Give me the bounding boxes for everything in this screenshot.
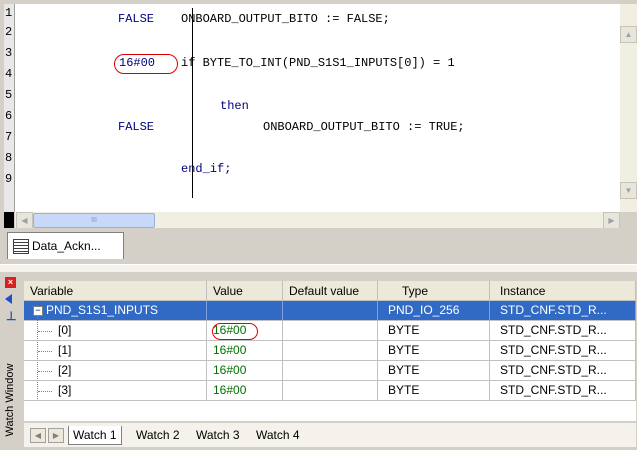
column-header-instance[interactable]: Instance: [490, 281, 636, 301]
tab-data-ackn[interactable]: Data_Ackn...: [7, 232, 124, 259]
watch-window-title: Watch Window: [4, 363, 16, 437]
scroll-up-icon[interactable]: ▲: [620, 26, 637, 43]
pin-icon[interactable]: ⊥: [6, 309, 16, 323]
inline-value: 16#00: [119, 56, 156, 70]
horizontal-scrollbar[interactable]: ◀ III ▶: [15, 212, 620, 229]
column-header-type[interactable]: Type: [378, 281, 490, 301]
scroll-right-icon[interactable]: ▶: [603, 212, 620, 229]
table-icon: [13, 239, 29, 254]
line-number: 4: [5, 67, 13, 81]
table-row[interactable]: PND_S1S1_INPUTS PND_IO_256 STD_CNF.STD_R…: [24, 301, 636, 321]
value-cell[interactable]: 16#00: [207, 381, 283, 401]
line-number: 3: [5, 46, 13, 60]
line-number: 9: [5, 172, 13, 186]
code-editor: 1 2 3 4 5 6 7 8 9 FALSE ONBOARD_OUTPUT_B…: [0, 0, 637, 229]
tab-watch-1[interactable]: Watch 1: [68, 426, 122, 445]
instance-cell: STD_CNF.STD_R...: [490, 361, 636, 381]
variable-cell[interactable]: [3]: [24, 381, 207, 401]
instance-cell: STD_CNF.STD_R...: [490, 321, 636, 341]
type-cell: BYTE: [378, 341, 490, 361]
line-number: 1: [5, 6, 13, 20]
default-value-cell[interactable]: [283, 301, 378, 321]
type-cell: BYTE: [378, 321, 490, 341]
instance-cell: STD_CNF.STD_R...: [490, 381, 636, 401]
variable-cell[interactable]: [0]: [24, 321, 207, 341]
column-header-variable[interactable]: Variable: [24, 281, 207, 301]
default-value-cell[interactable]: [283, 361, 378, 381]
line-number: 6: [5, 109, 13, 123]
line-number: 7: [5, 130, 13, 144]
caret-block: [4, 212, 14, 228]
default-value-cell[interactable]: [283, 341, 378, 361]
line-number: 2: [5, 25, 13, 39]
code-line[interactable]: ONBOARD_OUTPUT_BITO := FALSE;: [181, 12, 390, 26]
code-line[interactable]: ONBOARD_OUTPUT_BITO := TRUE;: [263, 120, 465, 134]
watch-grid: Variable Value Default value Type Instan…: [24, 281, 636, 421]
table-row[interactable]: [3] 16#00 BYTE STD_CNF.STD_R...: [24, 381, 636, 401]
type-cell: PND_IO_256: [378, 301, 490, 321]
type-cell: BYTE: [378, 381, 490, 401]
next-sheet-icon[interactable]: ▶: [48, 428, 64, 443]
document-tab-bar: Data_Ackn...: [0, 228, 637, 264]
highlight-circle: [212, 323, 258, 340]
line-number: 5: [5, 88, 13, 102]
tab-watch-4[interactable]: Watch 4: [252, 426, 304, 444]
value-cell[interactable]: 16#00: [207, 341, 283, 361]
first-sheet-icon[interactable]: ◀: [30, 428, 46, 443]
type-cell: BYTE: [378, 361, 490, 381]
table-row[interactable]: [2] 16#00 BYTE STD_CNF.STD_R...: [24, 361, 636, 381]
code-line[interactable]: end_if;: [181, 162, 231, 176]
default-value-cell[interactable]: [283, 321, 378, 341]
code-area[interactable]: FALSE ONBOARD_OUTPUT_BITO := FALSE; 16#0…: [15, 4, 620, 212]
close-icon[interactable]: ×: [5, 277, 16, 288]
scroll-down-icon[interactable]: ▼: [620, 182, 637, 199]
variable-cell[interactable]: [2]: [24, 361, 207, 381]
inline-value: FALSE: [118, 12, 155, 26]
default-value-cell[interactable]: [283, 381, 378, 401]
code-line[interactable]: then: [220, 99, 249, 113]
collapse-toggle-icon[interactable]: −: [33, 306, 43, 316]
column-header-value[interactable]: Value: [207, 281, 283, 301]
instance-cell: STD_CNF.STD_R...: [490, 301, 636, 321]
watch-window: × ⊥ Watch Window Variable Value Default …: [0, 272, 637, 450]
value-cell[interactable]: [207, 301, 283, 321]
scroll-thumb[interactable]: III: [33, 213, 155, 228]
code-line[interactable]: if BYTE_TO_INT(PND_S1S1_INPUTS[0]) = 1: [181, 56, 455, 70]
line-number-gutter: 1 2 3 4 5 6 7 8 9: [4, 4, 15, 212]
instance-cell: STD_CNF.STD_R...: [490, 341, 636, 361]
tab-label: Data_Ackn...: [32, 239, 101, 253]
value-cell[interactable]: 16#00: [207, 361, 283, 381]
line-number: 8: [5, 151, 13, 165]
arrow-left-icon[interactable]: [5, 294, 12, 304]
column-header-default-value[interactable]: Default value: [283, 281, 378, 301]
table-row[interactable]: [1] 16#00 BYTE STD_CNF.STD_R...: [24, 341, 636, 361]
variable-cell[interactable]: [1]: [24, 341, 207, 361]
inline-value: FALSE: [118, 120, 155, 134]
vertical-scrollbar[interactable]: ▲ ▼: [620, 4, 637, 212]
scroll-left-icon[interactable]: ◀: [16, 212, 33, 229]
tab-watch-2[interactable]: Watch 2: [132, 426, 184, 444]
watch-window-titlebar: × ⊥ Watch Window: [2, 274, 20, 444]
tab-watch-3[interactable]: Watch 3: [192, 426, 244, 444]
variable-cell[interactable]: PND_S1S1_INPUTS: [24, 301, 207, 321]
table-row[interactable]: [0] 16#00 BYTE STD_CNF.STD_R...: [24, 321, 636, 341]
watch-sheet-tabs: ◀ ▶ Watch 1 Watch 2 Watch 3 Watch 4: [24, 423, 636, 447]
